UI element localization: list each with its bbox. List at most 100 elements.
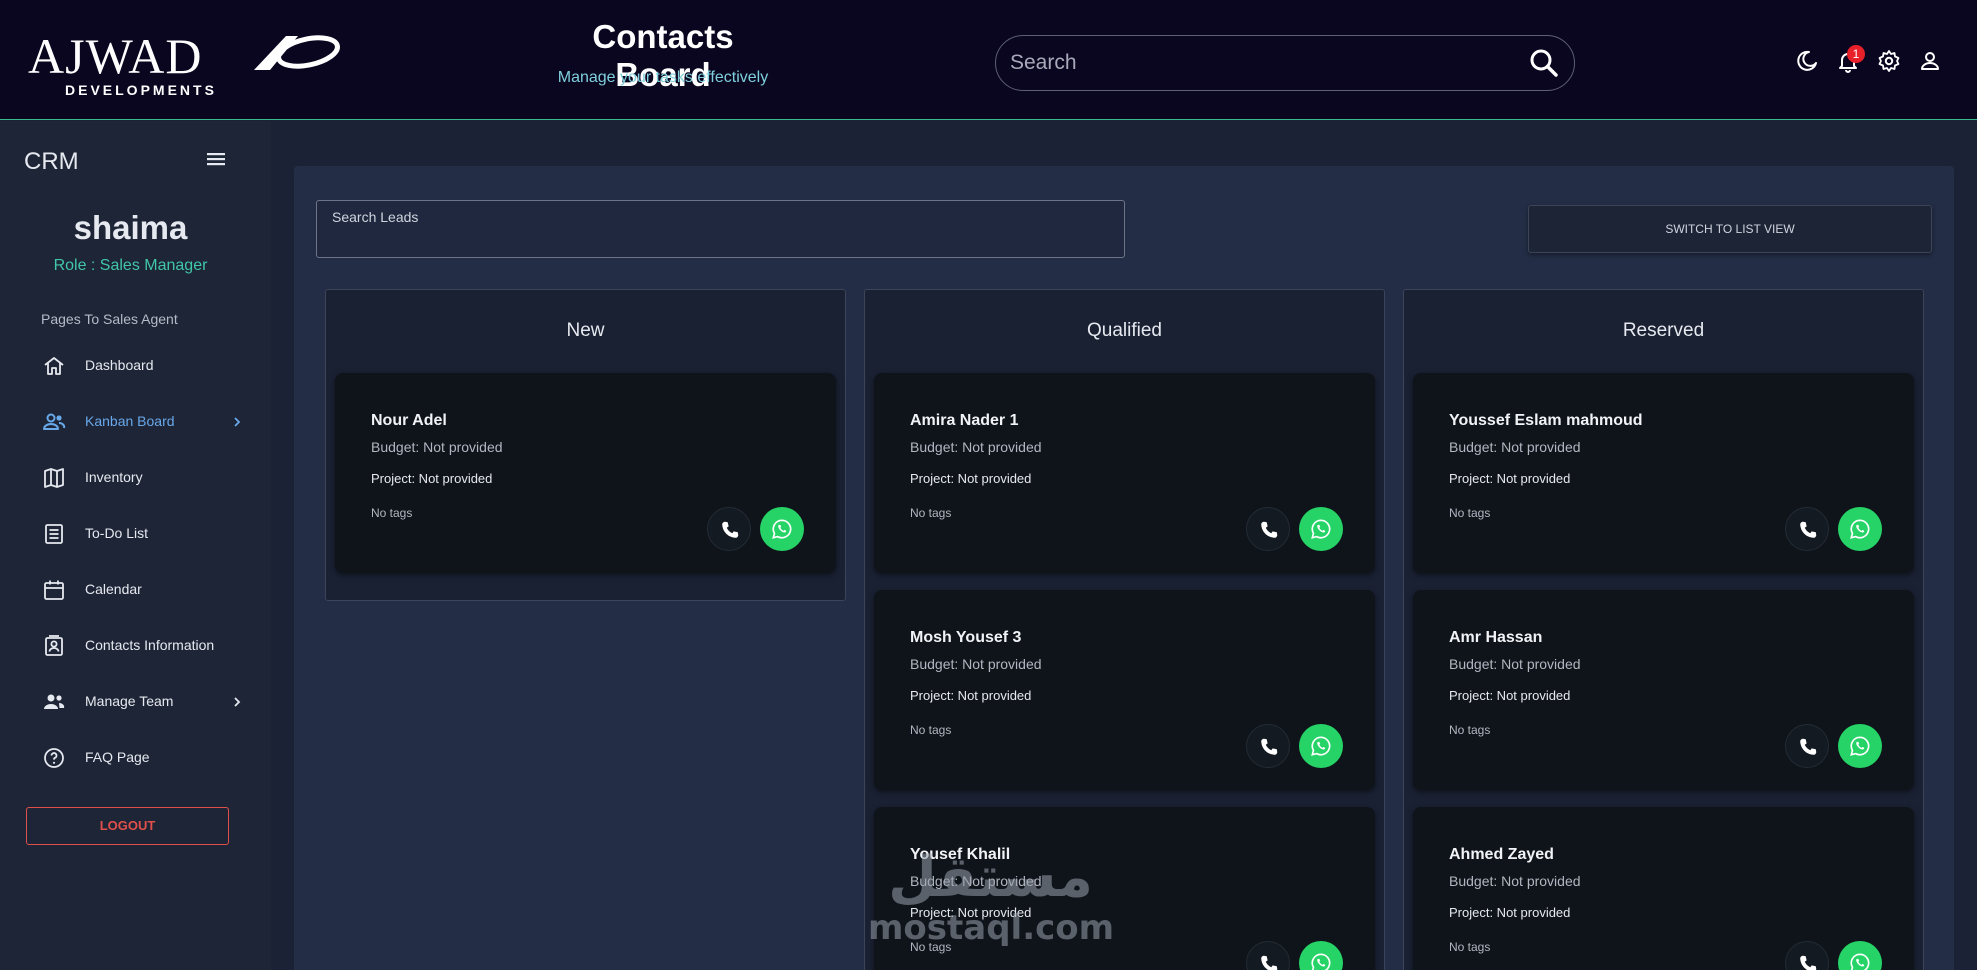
lead-project: Project: Not provided bbox=[1449, 688, 1571, 703]
kanban-column-qualified: Qualified Amira Nader 1 Budget: Not prov… bbox=[864, 289, 1385, 970]
sidebar-item-manage-team[interactable]: Manage Team bbox=[42, 683, 257, 719]
team-icon bbox=[44, 694, 65, 709]
users-icon bbox=[43, 413, 66, 430]
switch-to-list-view-button[interactable]: SWITCH TO LIST VIEW bbox=[1528, 205, 1932, 253]
lead-project: Project: Not provided bbox=[910, 688, 1032, 703]
user-name: shaima bbox=[73, 209, 188, 246]
sidebar-item-label: Dashboard bbox=[85, 357, 154, 373]
whatsapp-button[interactable] bbox=[1299, 507, 1343, 551]
column-title: New bbox=[566, 320, 605, 341]
sidebar-item-label: To-Do List bbox=[85, 525, 149, 541]
top-header: AJWAD DEVELOPMENTS Contacts Board Manage… bbox=[0, 0, 1977, 120]
whatsapp-button[interactable] bbox=[1838, 724, 1882, 768]
whatsapp-button[interactable] bbox=[760, 507, 804, 551]
logout-button[interactable]: LOGOUT bbox=[26, 807, 229, 845]
lead-budget: Budget: Not provided bbox=[1449, 439, 1581, 455]
kanban-column-new: New Nour Adel Budget: Not provided Proje… bbox=[325, 289, 846, 601]
lead-budget: Budget: Not provided bbox=[1449, 873, 1581, 889]
whatsapp-button[interactable] bbox=[1838, 507, 1882, 551]
sidebar-item-kanban-board[interactable]: Kanban Board bbox=[42, 403, 257, 439]
column-title: Reserved bbox=[1622, 320, 1705, 341]
whatsapp-button[interactable] bbox=[1299, 724, 1343, 768]
map-icon bbox=[44, 468, 64, 488]
sidebar-item-label: Kanban Board bbox=[85, 413, 175, 429]
lead-card[interactable]: Ahmed Zayed Budget: Not provided Project… bbox=[1413, 807, 1914, 970]
nav-section-label: Pages To Sales Agent bbox=[41, 311, 178, 327]
column-title: Qualified bbox=[1087, 320, 1162, 341]
logo-subtitle: DEVELOPMENTS bbox=[65, 82, 217, 98]
lead-card[interactable]: Amr Hassan Budget: Not provided Project:… bbox=[1413, 590, 1914, 790]
global-search-input[interactable] bbox=[1010, 36, 1510, 90]
lead-tags: No tags bbox=[371, 506, 413, 520]
gear-icon[interactable] bbox=[1877, 49, 1901, 73]
sidebar-item-faq-page[interactable]: FAQ Page bbox=[42, 739, 257, 775]
lead-name: Amr Hassan bbox=[1449, 629, 1543, 646]
lead-card[interactable]: Youssef Eslam mahmoud Budget: Not provid… bbox=[1413, 373, 1914, 573]
phone-icon bbox=[1261, 521, 1278, 538]
whatsapp-icon bbox=[1850, 736, 1870, 756]
chevron-right-icon bbox=[234, 417, 241, 427]
call-button[interactable] bbox=[1785, 941, 1829, 970]
sidebar-item-dashboard[interactable]: Dashboard bbox=[42, 347, 257, 383]
contact-card-icon bbox=[45, 635, 63, 656]
phone-icon bbox=[722, 521, 739, 538]
whatsapp-icon bbox=[1850, 953, 1870, 970]
lead-budget: Budget: Not provided bbox=[910, 656, 1042, 672]
sidebar-item-label: Manage Team bbox=[85, 693, 174, 709]
user-icon[interactable] bbox=[1918, 49, 1942, 73]
logo-wordmark: AJWAD bbox=[28, 28, 203, 84]
page-subtitle: Manage your tasks effectively bbox=[557, 69, 769, 86]
whatsapp-icon bbox=[1311, 953, 1331, 970]
lead-tags: No tags bbox=[910, 506, 952, 520]
lead-card[interactable]: Nour Adel Budget: Not provided Project: … bbox=[335, 373, 836, 573]
home-icon bbox=[44, 357, 64, 375]
whatsapp-button[interactable] bbox=[1838, 941, 1882, 970]
lead-tags: No tags bbox=[1449, 940, 1491, 954]
lead-card[interactable]: Mosh Yousef 3 Budget: Not provided Proje… bbox=[874, 590, 1375, 790]
call-button[interactable] bbox=[1785, 507, 1829, 551]
phone-icon bbox=[1261, 955, 1278, 970]
global-search bbox=[995, 35, 1575, 91]
phone-icon bbox=[1800, 521, 1817, 538]
app-name: CRM bbox=[24, 148, 79, 175]
sidebar-item-todo-list[interactable]: To-Do List bbox=[42, 515, 257, 551]
sidebar-item-label: FAQ Page bbox=[85, 749, 150, 765]
lead-name: Nour Adel bbox=[371, 412, 447, 429]
whatsapp-button[interactable] bbox=[1299, 941, 1343, 970]
lead-budget: Budget: Not provided bbox=[371, 439, 503, 455]
sidebar-item-calendar[interactable]: Calendar bbox=[42, 571, 257, 607]
lead-name: Youssef Eslam mahmoud bbox=[1449, 412, 1643, 429]
menu-icon[interactable] bbox=[205, 150, 227, 168]
lead-name: Amira Nader 1 bbox=[910, 412, 1019, 429]
lead-card[interactable]: Amira Nader 1 Budget: Not provided Proje… bbox=[874, 373, 1375, 573]
sidebar-item-contacts-information[interactable]: Contacts Information bbox=[42, 627, 257, 663]
whatsapp-icon bbox=[772, 519, 792, 539]
sidebar-item-label: Inventory bbox=[85, 469, 143, 485]
lead-budget: Budget: Not provided bbox=[910, 439, 1042, 455]
moon-icon[interactable] bbox=[1795, 49, 1819, 73]
call-button[interactable] bbox=[1246, 941, 1290, 970]
lead-tags: No tags bbox=[1449, 723, 1491, 737]
logo-mark-icon bbox=[254, 35, 340, 70]
search-leads-label: Search Leads bbox=[332, 209, 419, 225]
search-icon[interactable] bbox=[1529, 48, 1559, 78]
lead-card[interactable]: Yousef Khalil Budget: Not provided Proje… bbox=[874, 807, 1375, 970]
calendar-icon bbox=[44, 580, 64, 600]
lead-project: Project: Not provided bbox=[371, 471, 493, 486]
lead-project: Project: Not provided bbox=[910, 471, 1032, 486]
phone-icon bbox=[1800, 738, 1817, 755]
call-button[interactable] bbox=[1246, 724, 1290, 768]
call-button[interactable] bbox=[1246, 507, 1290, 551]
brand-logo[interactable]: AJWAD DEVELOPMENTS bbox=[28, 28, 340, 98]
lead-name: Mosh Yousef 3 bbox=[910, 629, 1022, 646]
kanban-column-reserved: Reserved Youssef Eslam mahmoud Budget: N… bbox=[1403, 289, 1924, 970]
call-button[interactable] bbox=[707, 507, 751, 551]
sidebar-item-inventory[interactable]: Inventory bbox=[42, 459, 257, 495]
sidebar-item-label: Contacts Information bbox=[85, 637, 215, 653]
phone-icon bbox=[1261, 738, 1278, 755]
search-leads-field[interactable]: Search Leads bbox=[316, 200, 1125, 258]
call-button[interactable] bbox=[1785, 724, 1829, 768]
lead-project: Project: Not provided bbox=[1449, 905, 1571, 920]
chevron-right-icon bbox=[234, 697, 241, 707]
list-icon bbox=[45, 524, 63, 544]
